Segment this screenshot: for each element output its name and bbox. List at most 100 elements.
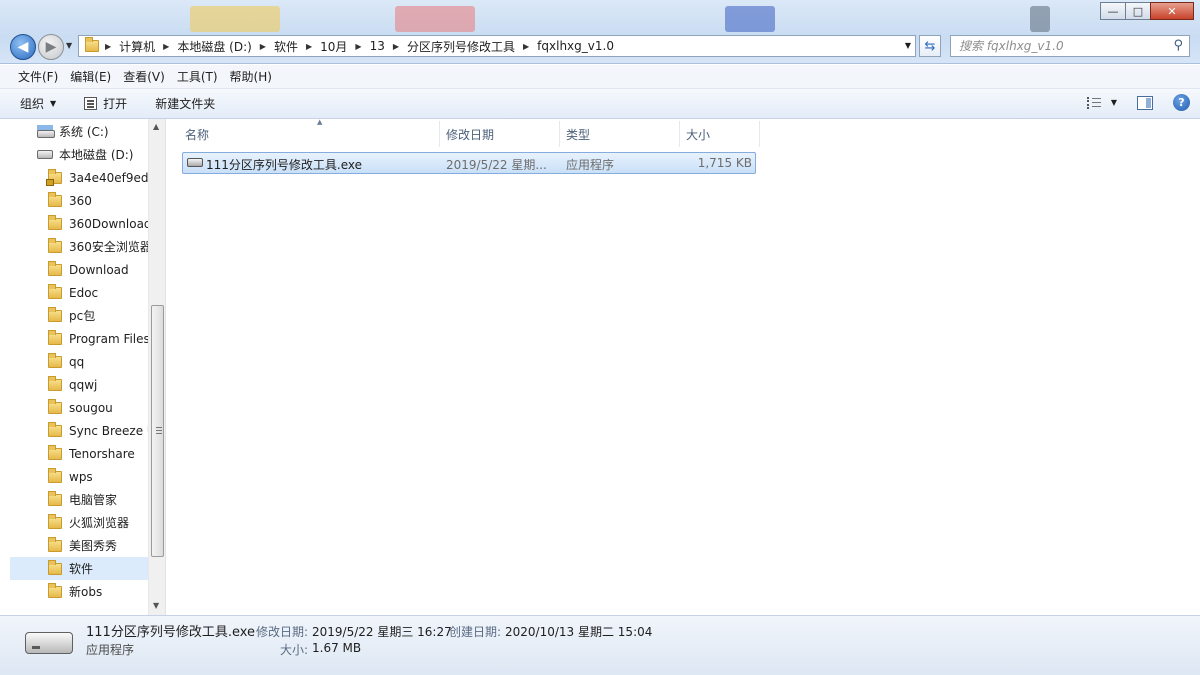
view-details-icon[interactable] [1086,96,1103,109]
minimize-button[interactable]: — [1100,2,1126,20]
file-name: 111分区序列号修改工具.exe [206,158,363,172]
back-button[interactable]: ◀ [10,34,36,60]
sidebar-item-label: qq [69,354,85,369]
sidebar-item-label: Download [69,262,129,277]
details-file-type: 应用程序 [86,643,135,657]
sidebar-item-folder[interactable]: 火狐浏览器 [0,511,148,534]
folder-icon [48,467,62,483]
menu-help[interactable]: 帮助(H) [224,68,278,85]
breadcrumb-root-arrow[interactable]: ▶ [105,42,119,51]
column-header-size[interactable]: 大小 [680,121,760,147]
drive-icon [37,150,53,159]
organize-button[interactable]: 组织 ▼ [20,95,56,112]
sidebar-item-label: 新obs [69,585,103,599]
breadcrumb-item[interactable]: 本地磁盘 (D:) ▶ [177,38,274,55]
sidebar-item-folder[interactable]: 电脑管家 [0,488,148,511]
folder-icon [48,352,62,368]
sidebar-item-folder[interactable]: 美图秀秀 [0,534,148,557]
sidebar-item-label: 360Download [69,216,148,231]
preview-pane-icon[interactable] [1137,95,1153,110]
sidebar-item-folder[interactable]: sougou [0,396,148,419]
breadcrumb-item[interactable]: 13 ▶ [370,39,407,53]
recent-pages-dropdown[interactable]: ▼ [66,41,72,50]
breadcrumb-item-current[interactable]: fqxlhxg_v1.0 [537,39,614,53]
file-size: 1,715 KB [697,156,752,170]
filelist-scroll-gutter [1189,119,1200,615]
sidebar-item-folder[interactable]: 3a4e40ef9ed7 [0,166,148,189]
sidebar-item-folder[interactable]: Download [0,258,148,281]
sidebar-item-label: 系统 (C:) [59,125,109,139]
sidebar-item-folder[interactable]: pc包 [0,304,148,327]
organize-label: 组织 [20,97,45,111]
details-created-value: 2020/10/13 星期二 15:04 [505,625,653,639]
breadcrumb-item[interactable]: 软件 ▶ [274,38,320,55]
column-header-name[interactable]: 名称 ▲ [179,118,440,147]
application-icon [25,632,73,654]
close-button[interactable]: ✕ [1150,2,1194,20]
breadcrumb-item[interactable]: 分区序列号修改工具 ▶ [407,38,537,55]
file-type: 应用程序 [566,158,615,172]
sidebar-item-folder[interactable]: 360安全浏览器 [0,235,148,258]
command-bar: 组织 ▼ 打开 新建文件夹 ▼ ? [0,89,1200,119]
menu-view[interactable]: 查看(V) [117,68,171,85]
sidebar-item-label: wps [69,469,93,484]
details-created-label: 创建日期: [449,625,502,639]
folder-icon [48,536,62,552]
sidebar-item-folder[interactable]: Edoc [0,281,148,304]
sidebar-item-system-drive[interactable]: 系统 (C:) [0,120,148,143]
sidebar-item-label: Edoc [69,285,99,300]
sidebar-item-label: 美图秀秀 [69,539,118,553]
address-dropdown-icon[interactable]: ▼ [905,41,911,50]
sidebar-item-folder[interactable]: Tenorshare [0,442,148,465]
address-bar[interactable]: ▶ 计算机 ▶ 本地磁盘 (D:) ▶ 软件 ▶ 10月 ▶ 13 ▶ 分区序列号修改工具… [78,35,916,57]
sidebar-item-label: 3a4e40ef9ed7 [69,170,148,185]
sidebar-item-local-disk[interactable]: 本地磁盘 (D:) [0,143,148,166]
sidebar-item-folder[interactable]: qq [0,350,148,373]
back-arrow-icon: ◀ [17,39,29,55]
sidebar-item-folder[interactable]: qqwj [0,373,148,396]
forward-button[interactable]: ▶ [38,34,64,60]
sidebar-item-folder[interactable]: 360Download [0,212,148,235]
new-folder-button[interactable]: 新建文件夹 [155,95,215,112]
details-modified-value: 2019/5/22 星期三 16:27 [312,625,452,639]
sidebar-item-label: qqwj [69,377,98,392]
folder-icon [48,559,62,575]
sidebar-item-folder[interactable]: Sync Breeze U [0,419,148,442]
open-icon [84,97,98,110]
background-blur [190,6,280,32]
refresh-button[interactable]: ⇆ [919,35,941,57]
sidebar-item-folder[interactable]: Program Files [0,327,148,350]
locked-folder-icon [46,168,62,186]
folder-icon [48,421,62,437]
breadcrumb-item[interactable]: 10月 ▶ [320,38,369,55]
refresh-icon: ⇆ [924,38,936,54]
column-header-type[interactable]: 类型 [560,121,680,147]
menu-file[interactable]: 文件(F) [12,68,64,85]
scrollbar-thumb[interactable] [151,305,164,557]
file-modified: 2019/5/22 星期... [446,158,547,172]
file-row-selected[interactable]: 111分区序列号修改工具.exe 2019/5/22 星期... 应用程序 1,… [182,152,756,174]
breadcrumb-item[interactable]: 计算机 ▶ [119,38,177,55]
column-header-modified[interactable]: 修改日期 [440,121,560,147]
sidebar-item-label: Tenorshare [69,446,135,461]
search-input[interactable] [959,39,1159,53]
scroll-up-icon[interactable]: ▲ [153,122,159,131]
sidebar-item-label: Program Files [69,331,148,346]
sidebar-item-folder[interactable]: 新obs [0,580,148,603]
sidebar-item-folder[interactable]: 360 [0,189,148,212]
open-button[interactable]: 打开 [84,95,127,112]
scroll-down-icon[interactable]: ▼ [153,601,159,610]
search-box[interactable]: ⚲ [950,35,1190,57]
help-icon[interactable]: ? [1173,94,1190,111]
sidebar-item-folder[interactable]: wps [0,465,148,488]
sidebar-scrollbar[interactable]: ▲ ▼ [148,119,165,615]
maximize-button[interactable]: □ [1125,2,1151,20]
folder-icon [48,214,62,230]
sidebar-item-label: 本地磁盘 (D:) [59,148,134,162]
search-icon[interactable]: ⚲ [1173,38,1183,53]
view-options-dropdown[interactable]: ▼ [1111,98,1117,107]
menu-tools[interactable]: 工具(T) [171,68,224,85]
menu-edit[interactable]: 编辑(E) [64,68,117,85]
sidebar-item-folder-selected[interactable]: 软件 [10,557,148,580]
details-modified-label: 修改日期: [256,625,309,639]
